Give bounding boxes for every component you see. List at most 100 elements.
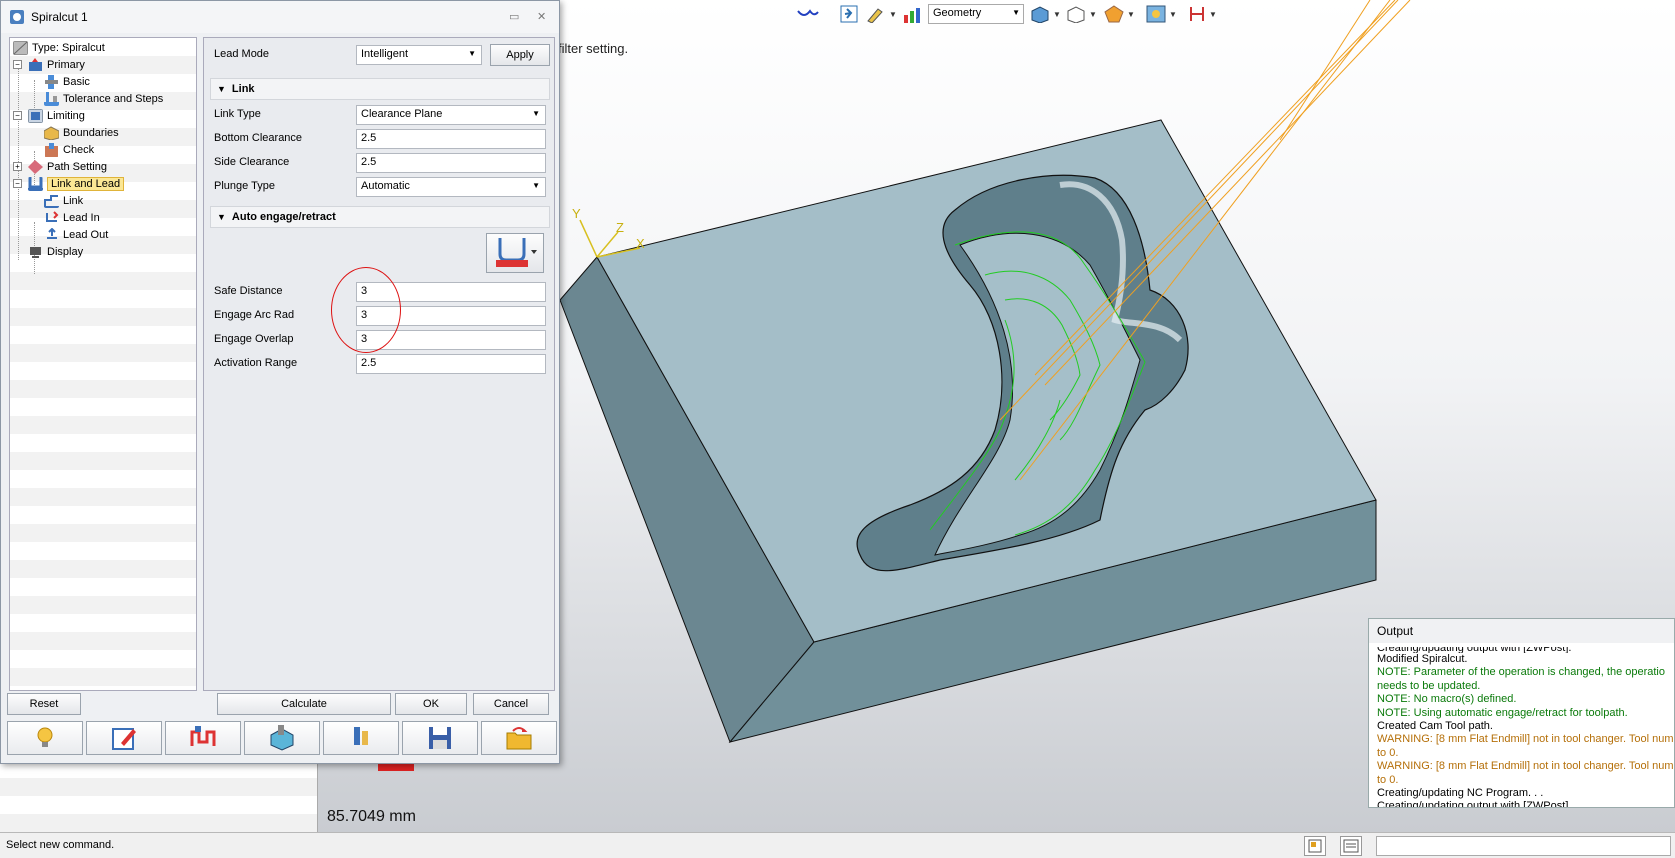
tree-item-path-setting[interactable]: Path Setting bbox=[28, 158, 107, 175]
axis-z-label: Z bbox=[616, 220, 624, 235]
status-toggle-icon[interactable] bbox=[1304, 836, 1326, 856]
tree-item-boundaries[interactable]: Boundaries bbox=[44, 124, 119, 141]
exit-run-icon[interactable] bbox=[840, 4, 858, 24]
output-line: to 0. bbox=[1377, 746, 1399, 759]
link-icon bbox=[44, 194, 59, 208]
engage-type-dropdown[interactable] bbox=[486, 233, 544, 273]
collapse-triangle-icon: ▼ bbox=[217, 84, 226, 94]
open-folder-icon bbox=[506, 727, 532, 750]
link-lead-icon bbox=[28, 176, 43, 191]
tool-button[interactable] bbox=[323, 721, 399, 755]
save-button[interactable] bbox=[402, 721, 478, 755]
tree-item-link-and-lead[interactable]: Link and Lead bbox=[28, 175, 125, 192]
side-clearance-input[interactable]: 2.5 bbox=[356, 153, 546, 173]
bottom-clearance-row: Bottom Clearance 2.5 bbox=[210, 128, 548, 150]
expand-toggle[interactable]: − bbox=[13, 179, 22, 188]
cancel-button[interactable]: Cancel bbox=[473, 693, 549, 715]
plunge-type-select[interactable]: Automatic ▼ bbox=[356, 177, 546, 197]
tool-artifact bbox=[378, 763, 414, 771]
engage-retract-icon bbox=[496, 238, 537, 267]
annotation-ellipse bbox=[331, 267, 401, 353]
output-line: WARNING: [8 mm Flat Endmill] not in tool… bbox=[1377, 760, 1674, 773]
output-toggle-icon[interactable] bbox=[1340, 836, 1362, 856]
lead-mode-select[interactable]: Intelligent ▼ bbox=[356, 45, 482, 65]
close-icon[interactable]: ✕ bbox=[537, 10, 546, 23]
tree-item-type[interactable]: Type: Spiralcut bbox=[13, 39, 105, 56]
tree-item-lead-out[interactable]: Lead Out bbox=[44, 226, 108, 243]
lead-line-5 bbox=[1279, 0, 1371, 141]
command-input[interactable] bbox=[1376, 836, 1671, 856]
load-button[interactable] bbox=[481, 721, 557, 755]
output-title: Output bbox=[1369, 619, 1674, 643]
properties-panel: Lead Mode Intelligent ▼ Apply ▼ Link Link … bbox=[203, 37, 555, 691]
tree-item-link[interactable]: Link bbox=[44, 192, 83, 209]
limiting-icon bbox=[28, 108, 43, 123]
pin-icon[interactable]: ▭ bbox=[509, 10, 519, 23]
ok-button[interactable]: OK bbox=[395, 693, 467, 715]
shaded-view-icon[interactable]: ▼ bbox=[1030, 4, 1061, 24]
measure-readout: 85.7049 mm bbox=[327, 808, 416, 825]
side-clearance-row: Side Clearance 2.5 bbox=[210, 152, 548, 174]
edit-button[interactable] bbox=[86, 721, 162, 755]
tree-item-tolerance[interactable]: Tolerance and Steps bbox=[44, 90, 163, 107]
output-panel: Output Creating/updating output with [ZW… bbox=[1368, 618, 1675, 808]
boundaries-icon bbox=[44, 125, 59, 140]
tree-item-primary[interactable]: Primary bbox=[28, 56, 85, 73]
dimension-tool-icon[interactable]: ▼ bbox=[1188, 4, 1217, 24]
geometry-filter-select[interactable]: Geometry ▼ bbox=[928, 4, 1024, 24]
basic-icon bbox=[45, 74, 58, 89]
axis-x-label: X bbox=[636, 236, 645, 251]
output-line: NOTE: Using automatic engage/retract for… bbox=[1377, 706, 1628, 719]
tree-item-lead-in[interactable]: Lead In bbox=[44, 209, 100, 226]
auto-engage-section-header[interactable]: ▼ Auto engage/retract bbox=[210, 206, 550, 228]
link-section-header[interactable]: ▼ Link bbox=[210, 78, 550, 100]
calculate-button[interactable]: Calculate bbox=[217, 693, 391, 715]
path-setting-icon bbox=[28, 159, 43, 174]
output-line: Modified Spiralcut. bbox=[1377, 653, 1468, 665]
wireframe-view-icon[interactable]: ▼ bbox=[1066, 4, 1097, 24]
tolerance-icon bbox=[44, 91, 59, 106]
output-line: WARNING: [8 mm Flat Endmill] not in tool… bbox=[1377, 733, 1674, 746]
status-text: Select new command. bbox=[6, 839, 115, 851]
operation-tree[interactable]: Type: Spiralcut − Primary Basic Toleranc… bbox=[9, 37, 197, 691]
expand-toggle[interactable]: − bbox=[13, 111, 22, 120]
simulate-icon bbox=[270, 725, 294, 751]
tool-icon bbox=[354, 727, 368, 745]
dialog-titlebar[interactable]: Spiralcut 1 ▭ ✕ bbox=[1, 1, 559, 33]
tree-item-label: Type: Spiralcut bbox=[32, 41, 105, 54]
link-type-select[interactable]: Clearance Plane ▼ bbox=[356, 105, 546, 125]
pen-tool-icon[interactable]: ▼ bbox=[866, 4, 897, 24]
link-type-row: Link Type Clearance Plane ▼ bbox=[210, 104, 548, 126]
expand-toggle[interactable]: − bbox=[13, 60, 22, 69]
expand-toggle[interactable]: + bbox=[13, 162, 22, 171]
toolpath-button[interactable] bbox=[165, 721, 241, 755]
output-log[interactable]: Creating/updating output with [ZWPost]. M… bbox=[1369, 643, 1674, 807]
partial-logo-icon bbox=[796, 4, 820, 24]
reset-button[interactable]: Reset bbox=[7, 693, 81, 715]
lightbulb-icon bbox=[37, 727, 53, 747]
prompt-hint-text: filter setting. bbox=[558, 41, 629, 56]
type-icon bbox=[13, 40, 28, 55]
activation-range-input[interactable]: 2.5 bbox=[356, 354, 546, 374]
plunge-type-row: Plunge Type Automatic ▼ bbox=[210, 176, 548, 198]
tree-item-limiting[interactable]: Limiting bbox=[28, 107, 85, 124]
chart-filter-icon[interactable] bbox=[902, 4, 924, 24]
manager-list-panel[interactable] bbox=[0, 760, 318, 832]
apply-button[interactable]: Apply bbox=[490, 44, 550, 66]
spiralcut-dialog: Spiralcut 1 ▭ ✕ Type: Spiralcut − Primar… bbox=[0, 0, 560, 764]
hint-button[interactable] bbox=[7, 721, 83, 755]
display-settings-icon[interactable]: ▼ bbox=[1146, 4, 1177, 24]
lead-out-icon bbox=[47, 227, 57, 239]
status-bar: Select new command. bbox=[0, 832, 1675, 858]
simulate-button[interactable] bbox=[244, 721, 320, 755]
tree-item-check[interactable]: Check bbox=[44, 141, 94, 158]
output-line: NOTE: Parameter of the operation is chan… bbox=[1377, 666, 1665, 679]
output-line: needs to be updated. bbox=[1377, 679, 1481, 692]
render-mode-icon[interactable]: ▼ bbox=[1104, 4, 1135, 24]
tree-item-basic[interactable]: Basic bbox=[44, 73, 90, 90]
edit-note-icon bbox=[112, 728, 136, 750]
activation-range-row: Activation Range 2.5 bbox=[210, 353, 548, 375]
tree-item-display[interactable]: Display bbox=[28, 243, 83, 260]
bottom-clearance-input[interactable]: 2.5 bbox=[356, 129, 546, 149]
collapse-triangle-icon: ▼ bbox=[217, 212, 226, 222]
